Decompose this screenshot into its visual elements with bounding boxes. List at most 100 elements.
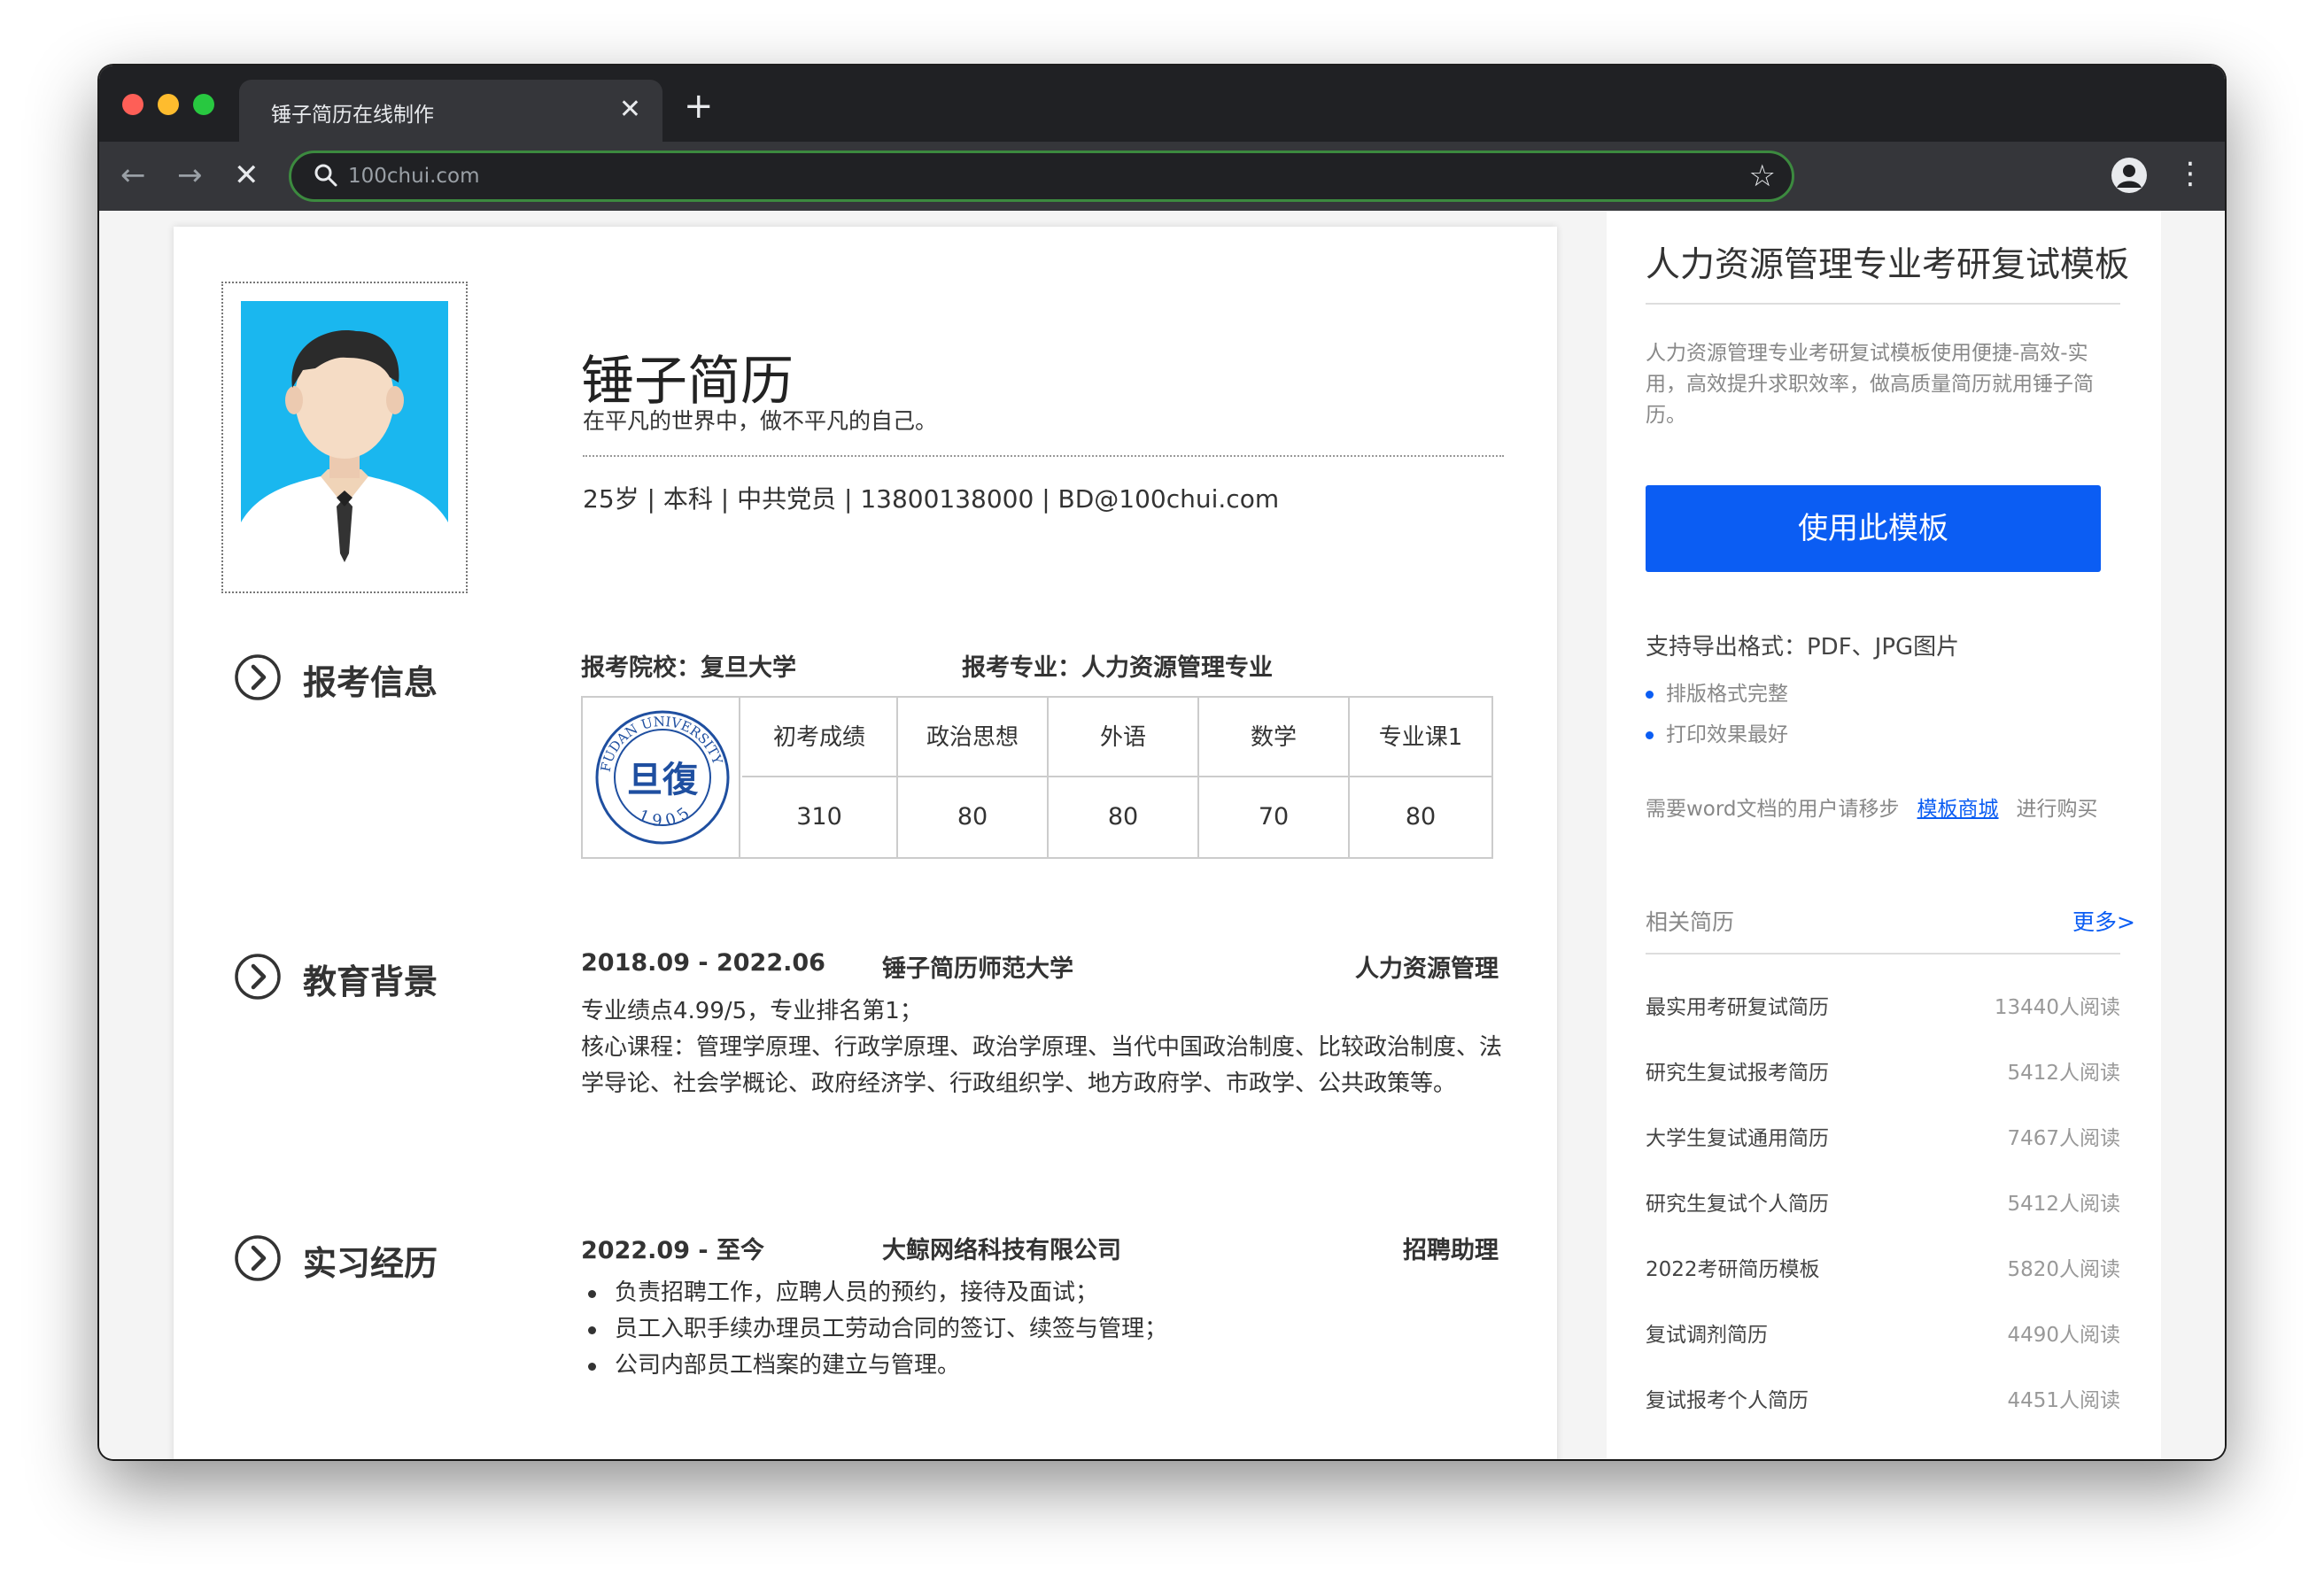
search-icon (314, 164, 337, 187)
score-value: 80 (1107, 803, 1139, 831)
maximize-window-button[interactable] (193, 94, 214, 115)
score-header: 专业课1 (1350, 698, 1491, 777)
related-label: 相关简历 (1646, 909, 1735, 935)
feature-item: 排版格式完整 (1646, 676, 1788, 707)
related-count: 4451人阅读 (2007, 1389, 2120, 1412)
related-count: 4490人阅读 (2007, 1324, 2120, 1347)
url-text[interactable]: 100chui.com (348, 165, 480, 188)
more-link[interactable]: 更多> (2072, 905, 2135, 937)
avatar (241, 301, 448, 572)
logo-year: 1905 (636, 800, 693, 831)
related-count: 7467人阅读 (2007, 1127, 2120, 1150)
chevron-right-icon (235, 654, 281, 700)
score-table: FUDAN UNIVERSITY 1905 旦復 初考成绩 310 政治思想 8… (581, 696, 1493, 859)
education-period: 2018.09 - 2022.06 (581, 949, 825, 977)
related-resume-item[interactable]: 2022考研简历模板 5820人阅读 (1646, 1252, 2120, 1287)
address-bar[interactable]: 100chui.com ☆ (289, 151, 1794, 202)
internship-bullets: 负责招聘工作，应聘人员的预约，接待及面试； 员工入职手续办理员工劳动合同的签订、… (581, 1275, 1520, 1384)
internship-company: 大鲸网络科技有限公司 (882, 1237, 1121, 1264)
use-template-button[interactable]: 使用此模板 (1646, 485, 2101, 572)
back-button[interactable]: ← (120, 156, 146, 195)
related-name[interactable]: 2022考研简历模板 (1646, 1252, 1820, 1282)
education-line: 核心课程：管理学原理、行政学原理、政治学原理、当代中国政治制度、比较政治制度、法… (581, 1034, 1503, 1097)
template-sidebar: 人力资源管理专业考研复试模板 人力资源管理专业考研复试模板使用便捷-高效-实用，… (1607, 211, 2161, 1459)
related-resume-item[interactable]: 复试报考个人简历 4451人阅读 (1646, 1383, 2120, 1418)
related-resume-item[interactable]: 复试调剂简历 4490人阅读 (1646, 1318, 2120, 1353)
score-value: 80 (957, 803, 988, 831)
related-count: 5412人阅读 (2007, 1193, 2120, 1216)
related-name[interactable]: 复试调剂简历 (1646, 1318, 1768, 1348)
divider (1646, 953, 2120, 954)
template-description: 人力资源管理专业考研复试模板使用便捷-高效-实用，高效提升求职效率，做高质量简历… (1646, 342, 2094, 427)
resume-motto: 在平凡的世界中，做不平凡的自己。 (583, 408, 938, 434)
score-header: 数学 (1199, 698, 1348, 777)
related-name[interactable]: 大学生复试通用简历 (1646, 1121, 1829, 1151)
apply-school: 报考院校：复旦大学 (581, 654, 796, 682)
template-title: 人力资源管理专业考研复试模板 (1646, 245, 2130, 285)
related-name[interactable]: 研究生复试个人简历 (1646, 1186, 1829, 1217)
education-line: 专业绩点4.99/5，专业排名第1； (581, 998, 923, 1024)
fudan-logo: FUDAN UNIVERSITY 1905 旦復 (595, 710, 730, 845)
related-resume-item[interactable]: 最实用考研复试简历 13440人阅读 (1646, 990, 2120, 1025)
star-icon[interactable]: ☆ (1749, 157, 1776, 196)
related-count: 13440人阅读 (1994, 996, 2120, 1019)
divider (1646, 303, 2120, 305)
section-title: 报考信息 (303, 663, 438, 702)
score-column: 专业课1 80 (1350, 698, 1491, 857)
svg-text:1905: 1905 (636, 800, 698, 831)
related-resume-item[interactable]: 大学生复试通用简历 7467人阅读 (1646, 1121, 2120, 1156)
related-name[interactable]: 复试报考个人简历 (1646, 1383, 1809, 1413)
score-header: 初考成绩 (742, 698, 896, 777)
score-column: 初考成绩 310 (742, 698, 898, 857)
forward-button[interactable]: → (177, 156, 203, 195)
title-bar: 锤子简历在线制作 ✕ + (99, 66, 2225, 142)
logo-glyph: 旦復 (627, 760, 699, 800)
template-mall-link[interactable]: 模板商城 (1917, 798, 1999, 821)
export-formats: 支持导出格式：PDF、JPG图片 (1646, 634, 1960, 661)
account-icon[interactable] (2111, 158, 2147, 193)
section-title: 实习经历 (303, 1244, 438, 1283)
browser-tab[interactable]: 锤子简历在线制作 ✕ (239, 80, 662, 142)
feature-label: 排版格式完整 (1666, 683, 1788, 706)
score-header: 外语 (1049, 698, 1197, 777)
university-logo-cell: FUDAN UNIVERSITY 1905 旦復 (583, 698, 740, 857)
score-column: 政治思想 80 (898, 698, 1049, 857)
feature-label: 打印效果最好 (1666, 723, 1788, 746)
menu-icon[interactable]: ⋮ (2175, 154, 2205, 193)
close-window-button[interactable] (122, 94, 143, 115)
score-value: 70 (1258, 803, 1290, 831)
score-column: 外语 80 (1049, 698, 1199, 857)
related-resume-item[interactable]: 研究生复试个人简历 5412人阅读 (1646, 1186, 2120, 1222)
feature-item: 打印效果最好 (1646, 717, 1788, 747)
education-detail: 专业绩点4.99/5，专业排名第1； 核心课程：管理学原理、行政学原理、政治学原… (581, 993, 1520, 1102)
list-item: 公司内部员工档案的建立与管理。 (581, 1348, 1520, 1384)
browser-toolbar: ← → ✕ 100chui.com ☆ ⋮ (99, 142, 2225, 211)
score-value: 80 (1405, 803, 1437, 831)
page-content: 锤子简历 在平凡的世界中，做不平凡的自己。 25岁 | 本科 | 中共党员 | … (99, 211, 2225, 1459)
bullet-dot (1646, 691, 1654, 699)
list-item: 负责招聘工作，应聘人员的预约，接待及面试； (581, 1275, 1520, 1311)
list-item: 员工入职手续办理员工劳动合同的签订、续签与管理； (581, 1311, 1520, 1348)
tab-close-icon[interactable]: ✕ (619, 92, 641, 128)
education-school: 锤子简历师范大学 (882, 955, 1073, 983)
contact-line: 25岁 | 本科 | 中共党员 | 13800138000 | BD@100ch… (583, 484, 1280, 514)
tab-title: 锤子简历在线制作 (271, 104, 434, 127)
word-notice: 需要word文档的用户请移步 模板商城 进行购买 (1646, 792, 2098, 822)
minimize-window-button[interactable] (158, 94, 179, 115)
stop-loading-button[interactable]: ✕ (234, 156, 260, 195)
score-column: 数学 70 (1199, 698, 1350, 857)
related-name[interactable]: 研究生复试报考简历 (1646, 1055, 1829, 1086)
related-resume-item[interactable]: 研究生复试报考简历 5412人阅读 (1646, 1055, 2120, 1091)
related-count: 5412人阅读 (2007, 1062, 2120, 1085)
chevron-right-icon (235, 1235, 281, 1281)
chevron-right-icon (235, 954, 281, 1000)
new-tab-button[interactable]: + (684, 89, 714, 124)
education-major: 人力资源管理 (1355, 955, 1499, 983)
internship-role: 招聘助理 (1403, 1237, 1499, 1264)
related-name[interactable]: 最实用考研复试简历 (1646, 990, 1829, 1020)
photo-frame (221, 282, 468, 593)
bullet-dot (1646, 731, 1654, 739)
internship-period: 2022.09 - 至今 (581, 1237, 764, 1264)
divider (583, 455, 1504, 457)
resume-preview: 锤子简历 在平凡的世界中，做不平凡的自己。 25岁 | 本科 | 中共党员 | … (174, 227, 1557, 1459)
